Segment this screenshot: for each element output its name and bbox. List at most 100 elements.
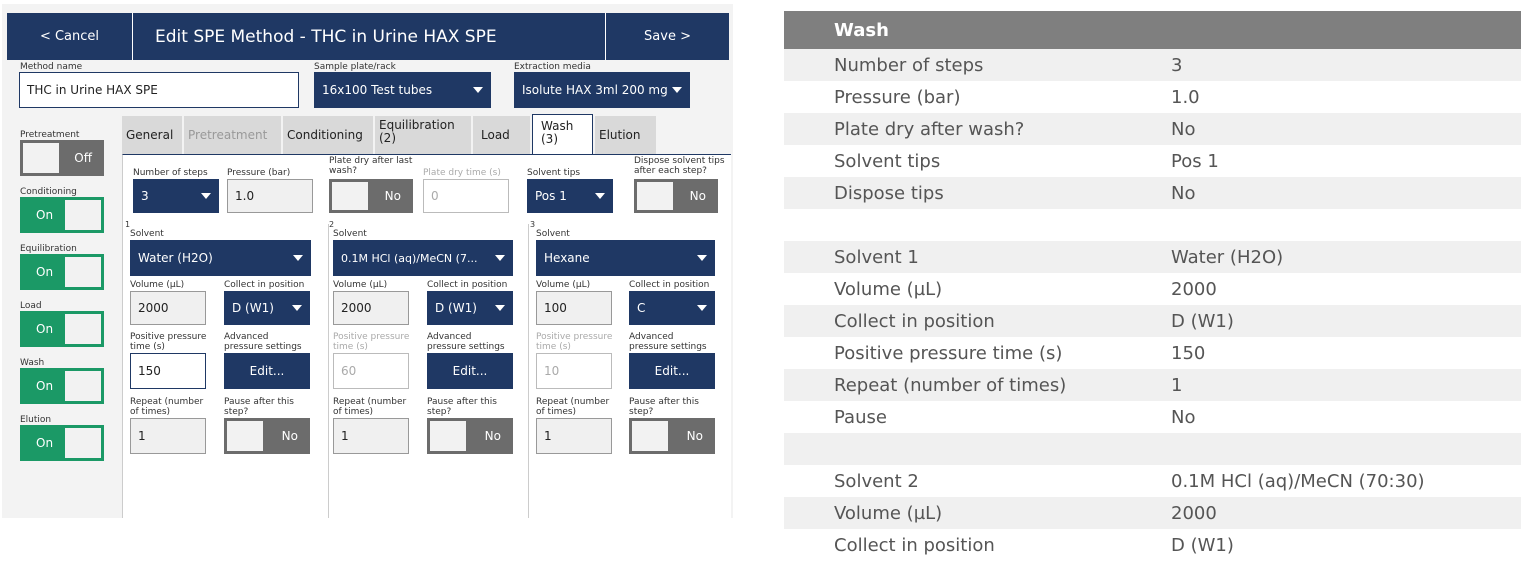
pp-time-input-3[interactable]: 10 [536, 353, 612, 389]
toggle-state: On [36, 379, 54, 393]
solvent-dropdown-2[interactable]: 0.1M HCl (aq)/MeCN (7... [333, 240, 513, 276]
plate-dry-time-label: Plate dry time (s) [423, 168, 501, 178]
collect-dropdown-1[interactable]: D (W1) [224, 291, 310, 325]
collect-label: Collect in position [224, 280, 305, 290]
tab-general[interactable]: General [122, 116, 182, 154]
table-row: Solvent 1 Water (H2O) [784, 241, 1521, 273]
toggle-pause-2[interactable]: No [427, 418, 513, 454]
volume-input-3[interactable]: 100 [536, 291, 612, 325]
toggle-equilibration[interactable]: On [20, 254, 104, 290]
pp-time-input-1[interactable]: 150 [130, 353, 206, 389]
row-key: Collect in position [834, 310, 995, 332]
volume-label: Volume (µL) [536, 280, 591, 290]
toggle-load[interactable]: On [20, 311, 104, 347]
tab-conditioning[interactable]: Conditioning [283, 116, 373, 154]
toggle-wash[interactable]: On [20, 368, 104, 404]
toggle-conditioning[interactable]: On [20, 197, 104, 233]
pressure-label: Pressure (bar) [227, 168, 291, 178]
solvent-tips-value: Pos 1 [535, 189, 567, 203]
tab-elution[interactable]: Elution [595, 116, 656, 154]
toggle-knob [430, 421, 466, 451]
toggle-pretreatment[interactable]: Off [20, 140, 104, 176]
row-value: 2000 [1171, 278, 1217, 300]
pp-time-input-2[interactable]: 60 [333, 353, 409, 389]
toggle-elution[interactable]: On [20, 425, 104, 461]
toggle-knob [632, 421, 668, 451]
pause-label: Pause after this step? [427, 397, 497, 417]
collect-dropdown-2[interactable]: D (W1) [427, 291, 513, 325]
tab-equilibration[interactable]: Equilibration (2) [375, 116, 471, 154]
pressure-input[interactable]: 1.0 [227, 179, 313, 213]
table-row: Plate dry after wash? No [784, 113, 1521, 145]
step-label-wash: Wash [20, 358, 45, 368]
num-steps-value: 3 [141, 189, 149, 203]
column-divider [328, 224, 329, 518]
method-name-input[interactable]: THC in Urine HAX SPE [19, 72, 299, 108]
num-steps-dropdown[interactable]: 3 [133, 179, 219, 213]
table-header: Wash [784, 11, 1521, 49]
collect-label: Collect in position [427, 280, 508, 290]
spe-method-editor: < Cancel Edit SPE Method - THC in Urine … [2, 4, 733, 518]
collect-dropdown-3[interactable]: C [629, 291, 715, 325]
sample-plate-value: 16x100 Test tubes [322, 83, 433, 97]
save-button[interactable]: Save > [605, 13, 729, 60]
repeat-input-2[interactable]: 1 [333, 418, 409, 454]
extraction-media-dropdown[interactable]: Isolute HAX 3ml 200 mg [514, 72, 690, 108]
toggle-state: No [384, 189, 401, 203]
row-key: Solvent tips [834, 150, 941, 172]
solvent-dropdown-3[interactable]: Hexane [536, 240, 715, 276]
toggle-knob [227, 421, 263, 451]
row-key: Solvent 1 [834, 246, 919, 268]
table-row [784, 433, 1521, 465]
toggle-state: On [36, 436, 54, 450]
table-row: Volume (µL) 2000 [784, 497, 1521, 529]
toggle-knob [65, 200, 101, 230]
row-key: Solvent 2 [834, 470, 919, 492]
toggle-dispose-tips[interactable]: No [634, 179, 718, 213]
page-title: Edit SPE Method - THC in Urine HAX SPE [155, 26, 497, 47]
row-key: Positive pressure time (s) [834, 342, 1063, 364]
row-value: 1.0 [1171, 86, 1200, 108]
row-value: 1 [1171, 374, 1183, 396]
table-row: Solvent 2 0.1M HCl (aq)/MeCN (70:30) [784, 465, 1521, 497]
sample-plate-dropdown[interactable]: 16x100 Test tubes [314, 72, 491, 108]
toggle-plate-dry[interactable]: No [329, 179, 413, 213]
cancel-button[interactable]: < Cancel [7, 13, 133, 60]
row-value: 2000 [1171, 502, 1217, 524]
volume-input-2[interactable]: 2000 [333, 291, 409, 325]
repeat-input-1[interactable]: 1 [130, 418, 206, 454]
tab-wash[interactable]: Wash (3) [532, 114, 593, 154]
edit-button-3[interactable]: Edit... [629, 353, 715, 389]
tab-load[interactable]: Load [473, 116, 530, 154]
advanced-pressure-label: Advanced pressure settings [224, 332, 302, 352]
toggle-knob [65, 314, 101, 344]
step-label-pretreatment: Pretreatment [20, 130, 80, 140]
row-value: 150 [1171, 342, 1206, 364]
dispose-tips-label: Dispose solvent tips after each step? [634, 156, 725, 176]
row-value: Pos 1 [1171, 150, 1219, 172]
solvent-label: Solvent [333, 229, 367, 239]
volume-input-1[interactable]: 2000 [130, 291, 206, 325]
table-row: Collect in position D (W1) [784, 529, 1521, 561]
toggle-state: On [36, 322, 54, 336]
toggle-pause-3[interactable]: No [629, 418, 715, 454]
tab-pretreatment[interactable]: Pretreatment [184, 116, 281, 154]
repeat-input-3[interactable]: 1 [536, 418, 612, 454]
solvent-label: Solvent [130, 229, 164, 239]
plate-dry-time-input[interactable]: 0 [423, 179, 509, 213]
row-key: Volume (µL) [834, 278, 943, 300]
edit-button-2[interactable]: Edit... [427, 353, 513, 389]
chevron-down-icon [201, 193, 211, 199]
toggle-knob [65, 428, 101, 458]
chevron-down-icon [473, 87, 483, 93]
solvent-value: Water (H2O) [138, 251, 213, 265]
table-row: Volume (µL) 2000 [784, 273, 1521, 305]
toggle-pause-1[interactable]: No [224, 418, 310, 454]
wash-summary-table: Wash Number of steps 3 Pressure (bar) 1.0 Pl… [784, 11, 1521, 561]
solvent-dropdown-1[interactable]: Water (H2O) [130, 240, 311, 276]
solvent-value: 0.1M HCl (aq)/MeCN (7... [341, 251, 478, 265]
solvent-tips-dropdown[interactable]: Pos 1 [527, 179, 613, 213]
edit-button-1[interactable]: Edit... [224, 353, 310, 389]
row-value: D (W1) [1171, 310, 1234, 332]
table-row: Dispose tips No [784, 177, 1521, 209]
